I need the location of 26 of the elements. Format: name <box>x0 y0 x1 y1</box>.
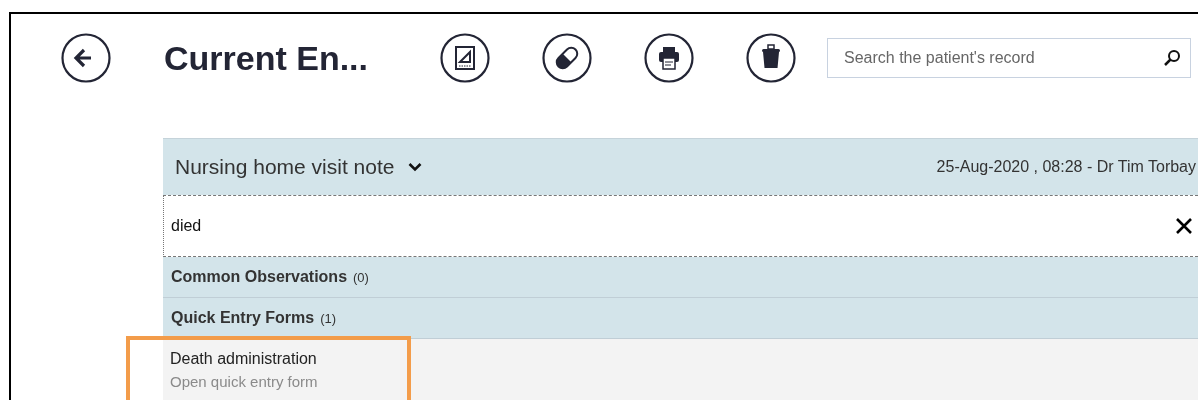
printer-button[interactable] <box>644 33 694 83</box>
trash-icon <box>746 33 796 83</box>
section-count: (1) <box>320 310 337 326</box>
filter-field[interactable]: died <box>163 195 1198 257</box>
section-count: (0) <box>353 269 369 285</box>
section-header[interactable]: Quick Entry Forms (1) <box>163 298 1198 339</box>
section-header[interactable]: Common Observations (0) <box>163 257 1198 298</box>
back-button[interactable] <box>61 33 111 83</box>
search-icon <box>1163 49 1181 67</box>
printer-icon <box>644 33 694 83</box>
note-meta: 25-Aug-2020 , 08:28 - Dr Tim Torbay <box>936 158 1197 176</box>
result-item[interactable]: Death administration Open quick entry form <box>163 339 1198 400</box>
section-title: Common Observations <box>171 268 348 286</box>
trash-button[interactable] <box>746 33 796 83</box>
pill-button[interactable] <box>542 33 592 83</box>
section-title: Quick Entry Forms <box>171 309 315 327</box>
result-title: Death administration <box>170 350 317 368</box>
ruler-sheet-icon <box>440 33 490 83</box>
ruler-sheet-button[interactable] <box>440 33 490 83</box>
page-title: Current En... <box>164 38 370 78</box>
result-subtitle: Open quick entry form <box>170 373 318 390</box>
chevron-down-icon <box>408 162 423 172</box>
close-icon <box>1175 217 1193 235</box>
search-field[interactable]: Search the patient's record <box>827 38 1191 78</box>
pill-icon <box>542 33 592 83</box>
back-icon <box>61 33 111 83</box>
